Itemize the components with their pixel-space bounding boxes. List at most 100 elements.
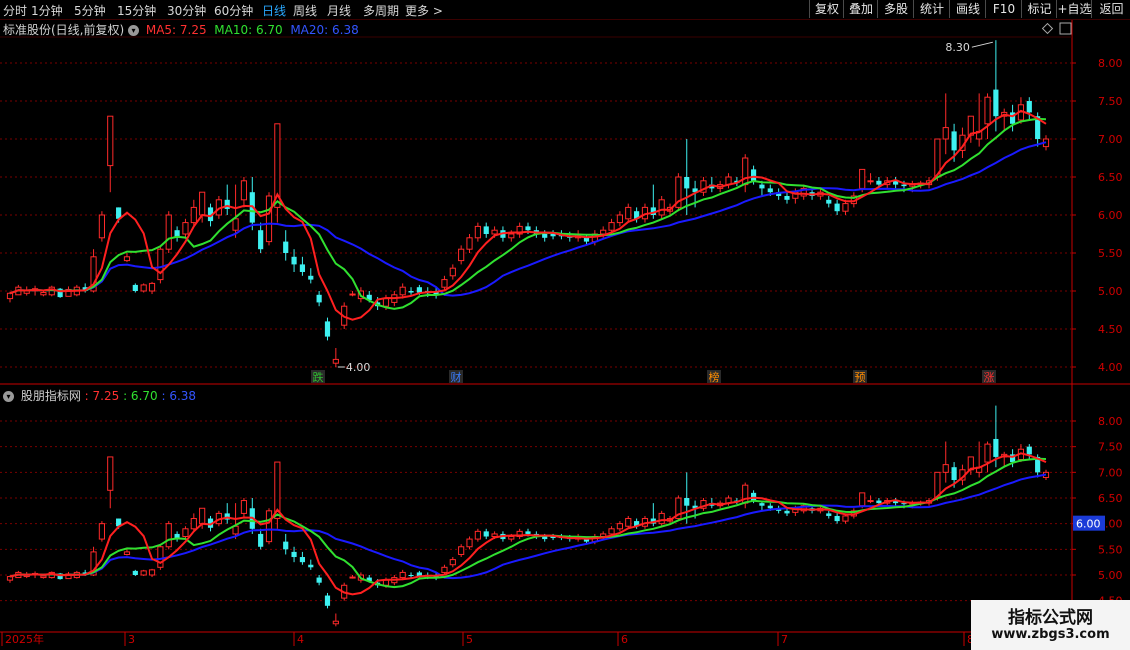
main-candle-body-down [784, 196, 790, 200]
main-candle-body-down [826, 199, 832, 204]
main-candle-body-down [283, 241, 289, 253]
main-candle-body-up [399, 286, 406, 296]
sub-candle-body-up [466, 538, 473, 548]
sub-panel-header: ▾ 股朋指标网 : 7.25 : 6.70 : 6.38 [3, 387, 196, 404]
high-arrow-line [971, 41, 993, 48]
ma10-label: MA10: 6.70 [214, 23, 283, 37]
main-candle-body-up [658, 199, 665, 216]
sub-candle-body-up [449, 559, 456, 566]
main-price-tick: 6.50 [1098, 171, 1123, 184]
main-candle-body-up [165, 214, 172, 250]
main-candle-body-down [291, 256, 297, 265]
main-candle-body-up [458, 248, 465, 262]
low-price-annotation: 4.00 [346, 361, 371, 374]
sub-candle-body-up [859, 492, 866, 507]
main-candle-body-up [942, 127, 949, 140]
sub-candle-body-down [759, 503, 765, 506]
main-candle-body-down [834, 203, 840, 212]
sub-candle-body-up [265, 510, 273, 543]
sub-candle-body-up [199, 507, 206, 525]
main-ma20-line [9, 141, 1047, 297]
sub-candle-body-up [190, 518, 197, 530]
main-candle-body-down [876, 180, 882, 185]
sub-candle-body-up [140, 570, 147, 576]
main-candle-body-up [349, 293, 356, 296]
sub-candle-body-down [525, 531, 531, 534]
watermark-logo: 指标公式网 www.zbgs3.com [971, 600, 1130, 650]
collapse-circle-icon[interactable]: ▾ [3, 391, 14, 402]
sub-panel-title: 股朋指标网 [20, 389, 81, 403]
sub-val3: : 6.38 [161, 389, 197, 403]
sub-val1: : 7.25 [84, 389, 120, 403]
main-panel-header: 标准股份(日线,前复权) ▾ MA5: 7.25 MA10: 6.70 MA20… [3, 21, 359, 38]
main-candle-body-down [299, 264, 306, 272]
main-candle-body-up [742, 157, 749, 186]
sub-candle-body-up [608, 528, 615, 535]
sub-candle-body-up [40, 575, 47, 579]
sub-candle-body-up [658, 512, 665, 525]
main-candle-body-up [240, 180, 248, 201]
main-price-tick: 5.50 [1098, 247, 1123, 260]
main-candle-body-down [483, 226, 489, 234]
sub-val2: : 6.70 [123, 389, 158, 403]
ma20-label: MA20: 6.38 [290, 23, 359, 37]
sub-candle-body-down [767, 505, 773, 509]
settings-circle-icon[interactable]: ▾ [128, 25, 140, 36]
sub-candle-body-down [1026, 446, 1032, 455]
sub-candle-body-up [842, 515, 849, 522]
main-candle-body-up [508, 233, 515, 239]
time-axis-label: 5 [466, 633, 473, 646]
main-candle-body-up [608, 222, 615, 231]
sub-price-tick: 7.00 [1098, 466, 1123, 479]
sub-candle-body-up [165, 523, 172, 548]
main-candle-body-down [416, 287, 422, 293]
main-candle-body-down [258, 230, 264, 250]
main-candle-body-down [901, 184, 907, 187]
main-price-tick: 8.00 [1098, 57, 1123, 70]
sub-price-tick: 5.00 [1098, 569, 1123, 582]
event-marker: 榜 [709, 370, 720, 384]
main-candle-body-down [308, 275, 314, 280]
sub-candle-body-up [123, 551, 131, 555]
high-price-annotation: 8.30 [945, 41, 970, 54]
sub-candle-body-down [308, 564, 314, 568]
main-candle-body-up [140, 284, 147, 292]
kline-chart[interactable]: 8.00 7.50 7.00 6.50 6.00 5.50 5.00 4.50 4.00 8.00… [0, 0, 1130, 650]
main-candle-body-down [767, 188, 773, 193]
watermark-title: 指标公式网 [1008, 608, 1093, 628]
main-price-tick: 7.00 [1098, 133, 1123, 146]
diamond-icon [1041, 22, 1054, 35]
sub-candle-body-down [834, 515, 840, 522]
sub-candle-body-up [157, 546, 164, 568]
sub-candle-body-down [876, 500, 882, 504]
time-axis-label: 6 [621, 633, 628, 646]
sub-price-tick: 6.50 [1098, 492, 1123, 505]
sub-candle-body-down [291, 551, 297, 558]
main-candle-body-down [525, 226, 531, 231]
main-candle-body-down [759, 184, 765, 189]
sub-candle-body-down [750, 492, 757, 501]
sub-candle-body-up [441, 566, 448, 573]
sub-candle-body-down [258, 533, 264, 547]
main-candle-body-down [408, 291, 414, 293]
time-axis-label: 4 [297, 633, 304, 646]
sub-candle-body-up [182, 528, 189, 537]
event-marker: 跌 [313, 370, 324, 384]
sub-candle-body-up [107, 456, 114, 491]
sub-candle-body-up [232, 525, 239, 535]
sub-ma20-line [9, 473, 1047, 580]
main-candle-body-down [542, 234, 548, 238]
sub-candle-body-up [625, 518, 632, 527]
sub-candle-body-up [491, 533, 498, 538]
main-candle-body-up [382, 298, 390, 307]
main-candle-body-up [6, 292, 14, 300]
sub-price-tick: 8.00 [1098, 415, 1123, 428]
main-candle-body-down [224, 199, 230, 209]
sub-ma10-line [9, 457, 1047, 589]
event-marker: 财 [451, 370, 462, 384]
main-candle-body-down [1026, 101, 1032, 113]
main-candle-body-down [324, 321, 331, 337]
sub-candle-body-down [283, 541, 289, 550]
main-candle-body-up [859, 168, 866, 189]
time-axis-label: 7 [781, 633, 788, 646]
